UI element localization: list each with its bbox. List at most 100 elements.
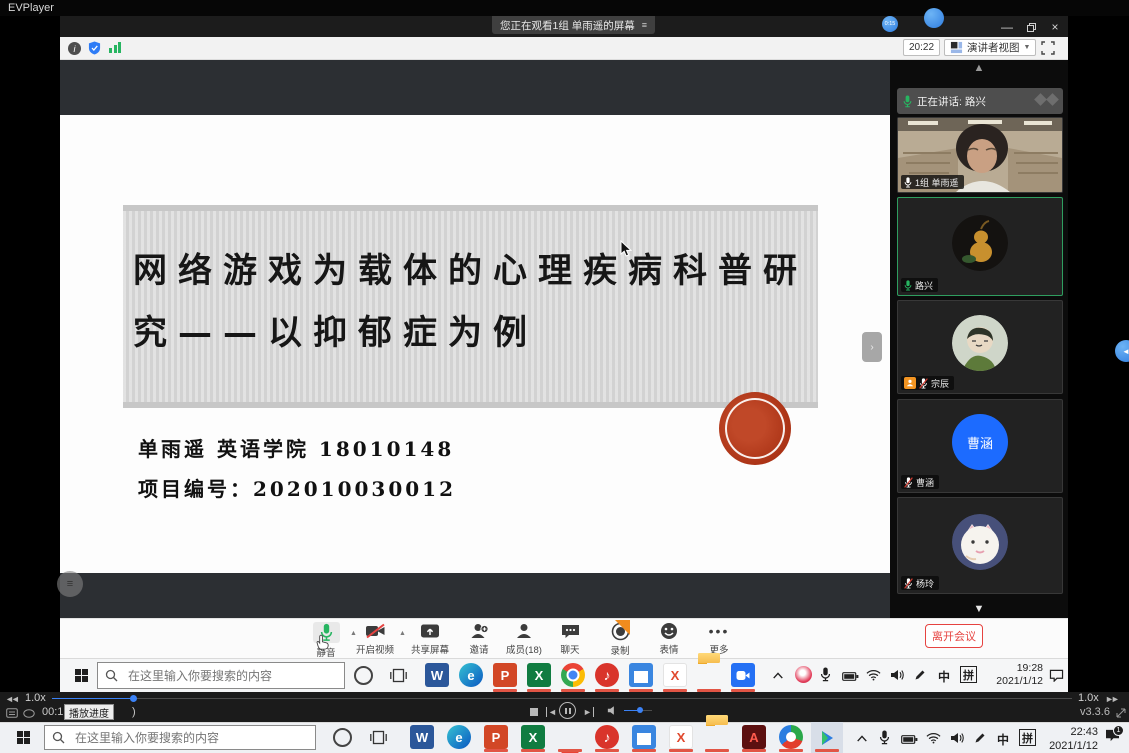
fast-forward-icon[interactable]: ►►: [1105, 694, 1117, 704]
cortana-icon[interactable]: [354, 666, 373, 685]
seek-track[interactable]: [52, 698, 1072, 699]
cortana-icon[interactable]: [333, 728, 352, 747]
battery-icon[interactable]: [901, 734, 918, 745]
participant-tile[interactable]: 杨玲: [897, 497, 1063, 594]
task-view-icon[interactable]: [370, 729, 387, 746]
scroll-down-icon[interactable]: ▼: [890, 603, 1068, 615]
flower-tray-icon[interactable]: [795, 666, 812, 683]
calendar-icon[interactable]: [632, 725, 656, 749]
notification-center-icon[interactable]: 1: [1105, 729, 1120, 747]
xmind-icon[interactable]: X: [663, 663, 687, 687]
task-view-icon[interactable]: [390, 667, 407, 684]
fullscreen-icon[interactable]: [1041, 41, 1055, 55]
taskbar-clock[interactable]: 19:28 2021/1/12: [985, 662, 1043, 688]
tray-expand-icon[interactable]: [772, 671, 784, 680]
word-icon[interactable]: W: [410, 725, 434, 749]
player-volume-icon[interactable]: [607, 705, 619, 716]
playlist-toggle-icon[interactable]: [6, 708, 18, 718]
previous-button[interactable]: ◄: [546, 707, 557, 717]
battery-icon[interactable]: [842, 671, 859, 682]
search-input[interactable]: [97, 662, 345, 689]
running-indicator: [779, 749, 803, 752]
volume-thumb[interactable]: [637, 707, 643, 713]
excel-icon[interactable]: X: [527, 663, 551, 687]
netease-music-icon[interactable]: ♪: [595, 663, 619, 687]
xmind-icon[interactable]: X: [669, 725, 693, 749]
ime-mode-indicator[interactable]: 拼: [960, 666, 977, 683]
tray-expand-icon[interactable]: [856, 734, 868, 743]
gourd-avatar-image: [952, 215, 1008, 271]
start-video-button[interactable]: 开启视频: [349, 622, 401, 656]
ime-mode-indicator[interactable]: 拼: [1019, 729, 1036, 746]
playlist-handle[interactable]: ≡: [57, 571, 83, 597]
search-input[interactable]: [44, 725, 316, 750]
sidebar-collapse-handle[interactable]: ›: [862, 332, 882, 362]
next-button[interactable]: ►: [583, 707, 594, 717]
powerpoint-icon[interactable]: P: [493, 663, 517, 687]
participant-tile-video[interactable]: 1组 单雨遥: [897, 117, 1063, 193]
powerpoint-icon[interactable]: P: [484, 725, 508, 749]
emoji-button[interactable]: 表情: [643, 622, 695, 656]
start-button[interactable]: [66, 658, 96, 693]
notification-icon[interactable]: [1049, 669, 1064, 682]
security-shield-icon[interactable]: [88, 40, 101, 56]
floating-timer-bubble[interactable]: 0:15: [882, 16, 898, 32]
start-button[interactable]: [6, 722, 40, 753]
watching-banner[interactable]: 您正在观看1组 单雨遥的屏幕 ≡: [492, 16, 655, 34]
wifi-icon[interactable]: [926, 732, 941, 744]
participants-sidebar: ▲ 正在讲话: 路兴 1组 单雨遥: [890, 60, 1068, 618]
tray-mic-icon[interactable]: [879, 730, 890, 745]
word-icon[interactable]: W: [425, 663, 449, 687]
leave-meeting-button[interactable]: 离开会议: [925, 624, 983, 648]
participant-tile[interactable]: 宗辰: [897, 300, 1063, 394]
more-button[interactable]: ••• 更多: [693, 622, 745, 656]
shared-screen-top: [60, 60, 890, 115]
adobe-acrobat-icon[interactable]: A: [742, 725, 766, 749]
share-screen-button[interactable]: 共享屏幕: [404, 622, 456, 656]
members-button[interactable]: 成员(18): [498, 622, 550, 656]
network-signal-icon[interactable]: [109, 42, 121, 53]
tray-mic-icon[interactable]: [820, 667, 831, 682]
participant-tile[interactable]: 路兴: [897, 197, 1063, 296]
speed-left-label[interactable]: 1.0x: [25, 692, 46, 704]
netease-music-icon[interactable]: ♪: [595, 725, 619, 749]
search-icon: [52, 731, 65, 744]
pen-icon[interactable]: [914, 669, 926, 681]
scroll-up-icon[interactable]: ▲: [890, 62, 1068, 74]
slide-author: 单雨遥 英语学院 18010148: [138, 433, 454, 462]
edge-floating-handle[interactable]: ◄: [1115, 340, 1129, 362]
ime-language-indicator[interactable]: 中: [938, 668, 950, 685]
chrome-icon[interactable]: [561, 663, 585, 687]
minimize-button[interactable]: —: [996, 17, 1018, 37]
excel-icon[interactable]: X: [521, 725, 545, 749]
loop-mode-icon[interactable]: [23, 709, 35, 718]
cat-avatar-image: [952, 514, 1008, 570]
seek-thumb[interactable]: [130, 695, 137, 702]
chat-button[interactable]: 聊天: [544, 622, 596, 656]
info-icon[interactable]: i: [68, 42, 81, 55]
calendar-icon[interactable]: [629, 663, 653, 687]
wifi-icon[interactable]: [866, 669, 881, 681]
banner-menu-icon[interactable]: ≡: [642, 20, 647, 30]
taskbar-clock[interactable]: 22:43 2021/1/12: [1040, 726, 1098, 753]
pen-icon[interactable]: [974, 732, 986, 744]
tencent-meeting-icon[interactable]: [731, 663, 755, 687]
speed-right-label[interactable]: 1.0x: [1078, 692, 1099, 704]
resize-icon[interactable]: [1116, 708, 1126, 718]
pause-button[interactable]: [559, 702, 576, 719]
search-icon: [105, 669, 118, 682]
view-mode-button[interactable]: 演讲者视图 ▼: [944, 39, 1036, 56]
restore-button[interactable]: [1020, 17, 1042, 37]
ev-capture-icon[interactable]: [779, 725, 803, 749]
participant-tile[interactable]: 曹涵 曹涵: [897, 399, 1063, 493]
volume-icon[interactable]: [950, 732, 964, 744]
edge-icon[interactable]: e: [447, 725, 471, 749]
volume-icon[interactable]: [890, 669, 904, 681]
close-button[interactable]: ×: [1044, 17, 1066, 37]
rewind-icon[interactable]: ◄◄: [5, 694, 17, 704]
meeting-clock: 20:22: [903, 39, 940, 56]
edge-icon[interactable]: e: [459, 663, 483, 687]
stop-button[interactable]: [530, 708, 538, 716]
floating-tool-bubble[interactable]: [924, 8, 944, 28]
ime-language-indicator[interactable]: 中: [997, 731, 1009, 748]
